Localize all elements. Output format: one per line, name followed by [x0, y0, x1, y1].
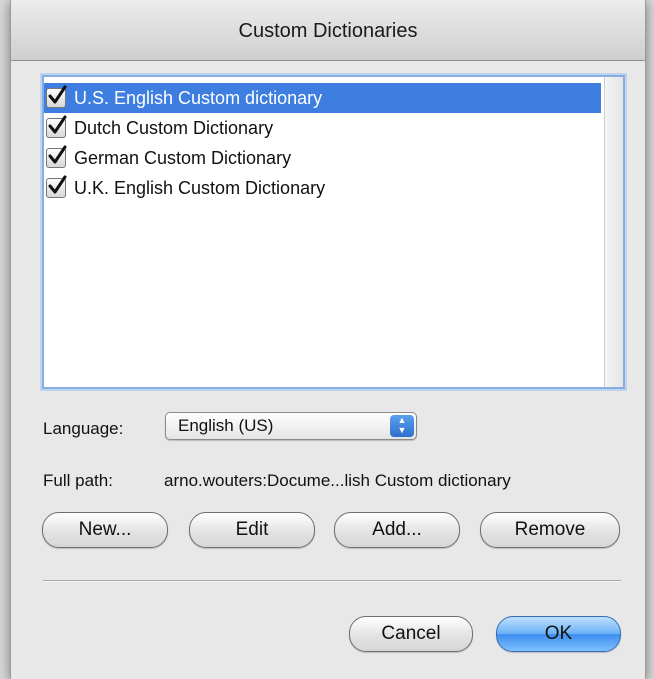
- window-title: Custom Dictionaries: [238, 20, 418, 42]
- edit-button[interactable]: Edit: [189, 512, 315, 548]
- new-button[interactable]: New...: [42, 512, 168, 548]
- checkmark-icon: [48, 85, 67, 104]
- full-path-value: arno.wouters:Docume...lish Custom dictio…: [164, 471, 511, 490]
- updown-arrows-icon: ▲ ▼: [390, 415, 414, 437]
- full-path-label: Full path:: [43, 471, 113, 490]
- checkmark-icon: [48, 175, 67, 194]
- ok-button[interactable]: OK: [496, 616, 621, 652]
- list-scrollbar[interactable]: [604, 77, 623, 387]
- language-label: Language:: [43, 419, 124, 438]
- custom-dictionaries-dialog: Custom Dictionaries U.S. English Custom …: [10, 0, 646, 679]
- title-bar[interactable]: Custom Dictionaries: [11, 0, 645, 61]
- language-popup[interactable]: English (US) ▲ ▼: [165, 412, 417, 440]
- dictionary-row-uk-english[interactable]: U.K. English Custom Dictionary: [44, 173, 601, 203]
- checkmark-icon: [48, 115, 67, 134]
- checkmark-icon: [48, 145, 67, 164]
- add-button[interactable]: Add...: [334, 512, 460, 548]
- dictionary-row-german[interactable]: German Custom Dictionary: [44, 143, 601, 173]
- dictionary-checkbox[interactable]: [46, 85, 67, 108]
- language-value: English (US): [178, 416, 274, 435]
- dialog-content: U.S. English Custom dictionary Dutch Cus…: [11, 61, 645, 679]
- dictionary-checkbox[interactable]: [46, 175, 67, 198]
- divider: [43, 580, 621, 582]
- dictionary-label: U.S. English Custom dictionary: [74, 87, 323, 108]
- dictionary-checkbox[interactable]: [46, 145, 67, 168]
- dictionary-label: U.K. English Custom Dictionary: [74, 177, 326, 198]
- dictionary-row-us-english[interactable]: U.S. English Custom dictionary: [44, 83, 601, 113]
- dictionary-checkbox[interactable]: [46, 115, 67, 138]
- dictionary-label: Dutch Custom Dictionary: [74, 117, 274, 138]
- cancel-button[interactable]: Cancel: [349, 616, 473, 652]
- dictionary-label: German Custom Dictionary: [74, 147, 292, 168]
- remove-button[interactable]: Remove: [480, 512, 620, 548]
- dictionary-list[interactable]: U.S. English Custom dictionary Dutch Cus…: [42, 75, 625, 389]
- dictionary-row-dutch[interactable]: Dutch Custom Dictionary: [44, 113, 601, 143]
